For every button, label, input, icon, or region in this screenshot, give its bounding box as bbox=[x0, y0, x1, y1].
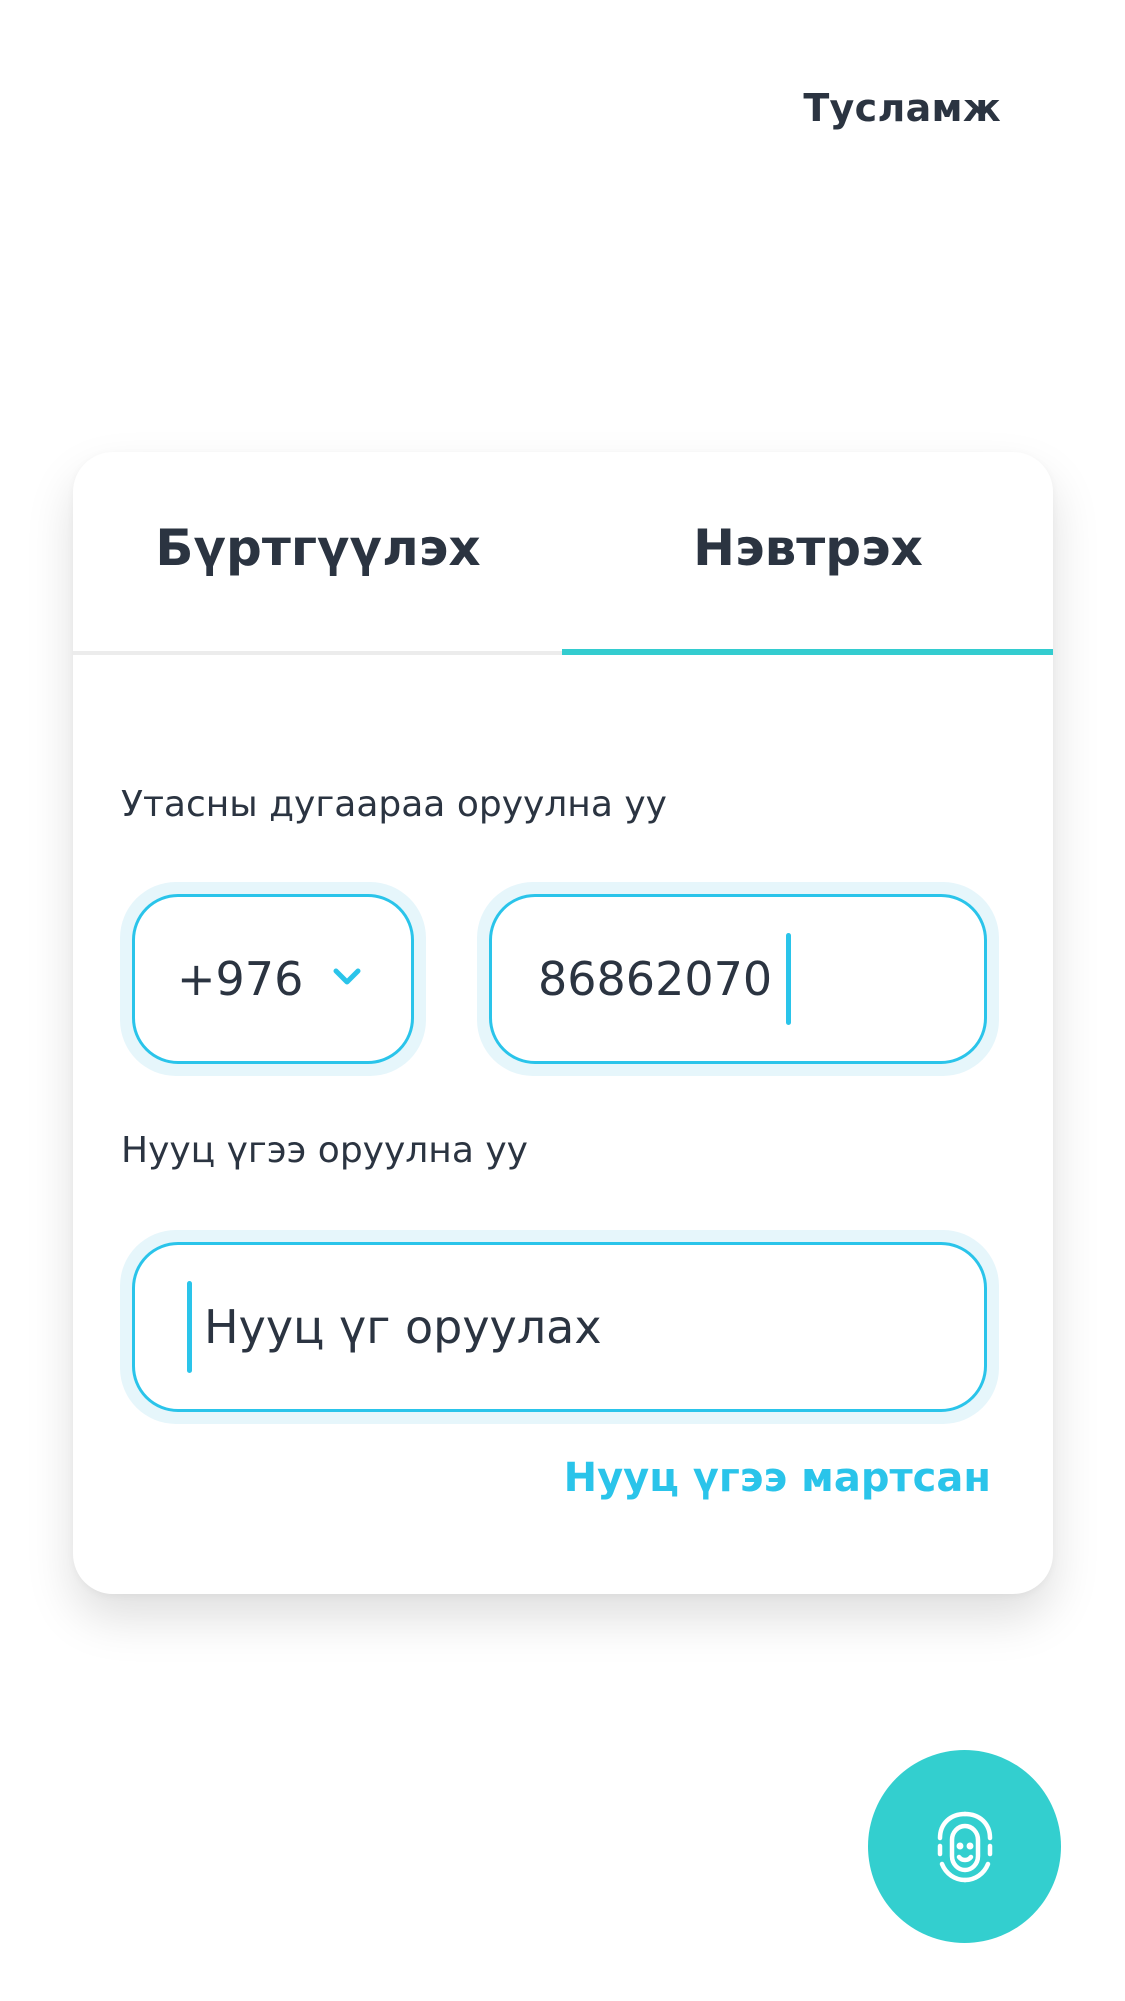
tab-register[interactable]: Бүртгүүлэх bbox=[73, 452, 563, 657]
country-code-wrapper: +976 bbox=[120, 882, 426, 1076]
active-tab-indicator bbox=[562, 649, 1053, 655]
tab-login[interactable]: Нэвтрэх bbox=[563, 452, 1053, 657]
auth-tabs: Бүртгүүлэх Нэвтрэх bbox=[73, 452, 1053, 657]
help-link[interactable]: Тусламж bbox=[803, 86, 1001, 130]
auth-card: Бүртгүүлэх Нэвтрэх Утасны дугаараа оруул… bbox=[73, 452, 1053, 1594]
face-id-icon bbox=[937, 1811, 992, 1882]
phone-number-input[interactable]: 86862070 bbox=[489, 894, 987, 1064]
text-cursor bbox=[187, 1281, 192, 1373]
phone-number-wrapper: 86862070 bbox=[477, 882, 999, 1076]
chevron-down-icon bbox=[333, 968, 361, 985]
biometric-login-button[interactable] bbox=[868, 1750, 1061, 1943]
password-wrapper: Нууц үг оруулах bbox=[120, 1230, 999, 1424]
forgot-password-link[interactable]: Нууц үгээ мартсан bbox=[564, 1455, 991, 1501]
password-label: Нууц үгээ оруулна уу bbox=[121, 1130, 528, 1171]
phone-label: Утасны дугаараа оруулна уу bbox=[121, 784, 667, 825]
text-cursor bbox=[786, 933, 792, 1025]
country-code-value: +976 bbox=[177, 952, 304, 1006]
phone-number-value: 86862070 bbox=[538, 952, 773, 1006]
password-input[interactable]: Нууц үг оруулах bbox=[132, 1242, 987, 1412]
country-code-select[interactable]: +976 bbox=[132, 894, 414, 1064]
password-placeholder: Нууц үг оруулах bbox=[204, 1300, 602, 1354]
